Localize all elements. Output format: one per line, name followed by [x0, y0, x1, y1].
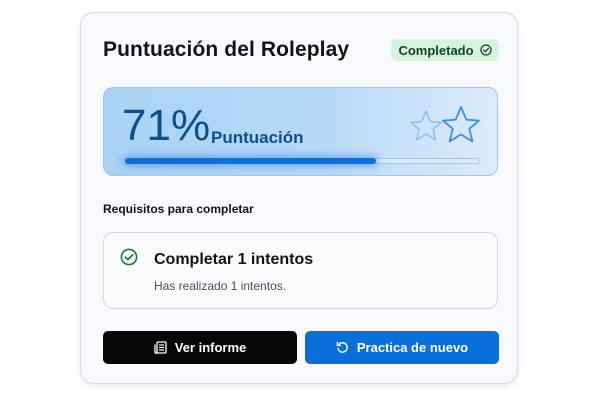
check-circle-icon	[120, 248, 138, 271]
roleplay-score-card: Puntuación del Roleplay Completado 71% P…	[80, 12, 518, 384]
view-report-button[interactable]: Ver informe	[103, 331, 297, 364]
score-progress-fill	[125, 158, 377, 164]
requirement-title: Completar 1 intentos	[154, 251, 314, 268]
document-icon	[154, 341, 167, 354]
score-percent: 71%	[122, 101, 211, 150]
requirements-heading: Requisitos para completar	[103, 202, 254, 216]
practice-again-button[interactable]: Practica de nuevo	[305, 331, 499, 364]
status-badge: Completado	[391, 39, 499, 61]
status-badge-label: Completado	[398, 42, 474, 58]
score-panel: 71% Puntuación	[103, 87, 498, 176]
score-label: Puntuación	[211, 128, 304, 147]
requirement-detail: Has realizado 1 intentos.	[154, 279, 287, 293]
requirement-item: Completar 1 intentos Has realizado 1 int…	[103, 232, 498, 309]
refresh-icon	[336, 341, 349, 354]
view-report-label: Ver informe	[174, 340, 247, 355]
card-title: Puntuación del Roleplay	[103, 38, 350, 61]
stars-icon	[410, 104, 482, 155]
practice-again-label: Practica de nuevo	[356, 340, 469, 355]
check-circle-icon	[479, 44, 492, 56]
score-progress-bar	[124, 158, 480, 164]
